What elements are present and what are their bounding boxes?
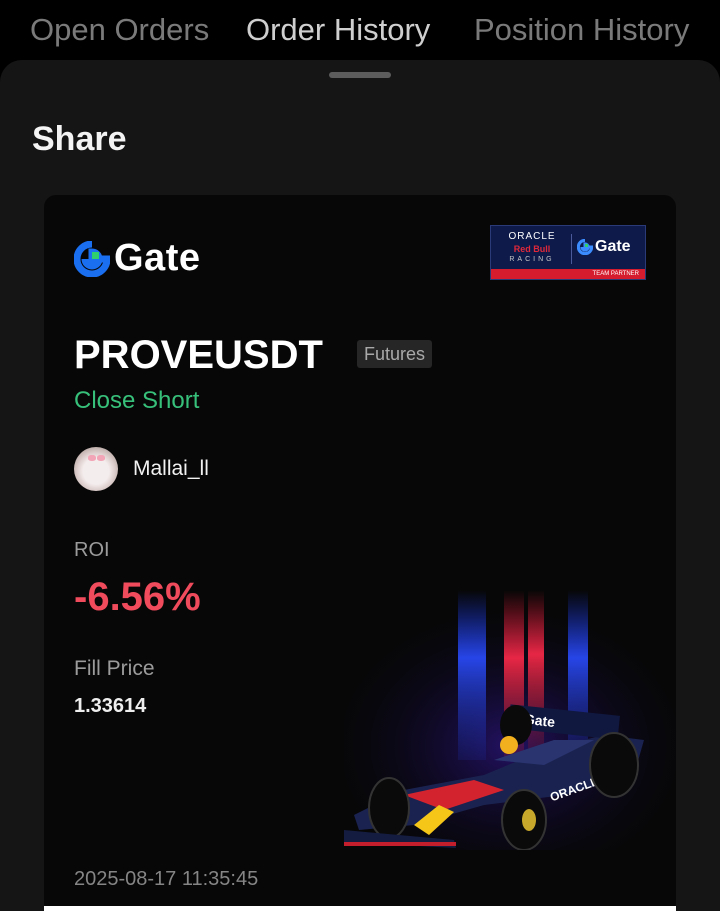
order-tabs: Open Orders Order History Position Histo… [0, 0, 720, 60]
sheet-title: Share [32, 120, 127, 158]
partner-redbull: Red Bull [513, 244, 551, 254]
share-sheet: Share Gate ORACLE Red Bull RACING Gate T… [0, 60, 720, 911]
partner-team-partner: TEAM PARTNER [491, 269, 645, 279]
share-card: Gate ORACLE Red Bull RACING Gate TEAM PA… [44, 195, 676, 911]
trading-pair: PROVEUSDT [74, 333, 323, 377]
tab-open-orders[interactable]: Open Orders [30, 12, 209, 48]
user-row: Mallai_ll [74, 447, 209, 491]
roi-label: ROI [74, 539, 110, 561]
fill-price-label: Fill Price [74, 657, 155, 680]
tab-order-history[interactable]: Order History [246, 12, 430, 48]
trade-side: Close Short [74, 387, 200, 414]
tab-position-history[interactable]: Position History [474, 12, 689, 48]
roi-value: -6.56% [74, 575, 201, 619]
bottom-edge [44, 906, 676, 911]
trade-timestamp: 2025-08-17 11:35:45 [74, 868, 259, 890]
username: Mallai_ll [133, 457, 209, 480]
partner-oracle: ORACLE [508, 231, 556, 242]
partner-badge: ORACLE Red Bull RACING Gate TEAM PARTNER [490, 225, 646, 280]
gate-logo-icon [74, 240, 110, 277]
partner-gate: Gate [595, 238, 631, 255]
sheet-drag-handle[interactable] [329, 72, 391, 78]
partner-racing: RACING [509, 256, 555, 263]
partner-gate-logo-icon [577, 239, 593, 255]
brand-name: Gate [114, 237, 201, 279]
fill-price-value: 1.33614 [74, 695, 147, 717]
avatar [74, 447, 118, 491]
f1-car-illustration: Gate ORACLE [344, 590, 676, 850]
gate-brand: Gate [74, 237, 200, 280]
market-type-badge: Futures [357, 340, 433, 368]
